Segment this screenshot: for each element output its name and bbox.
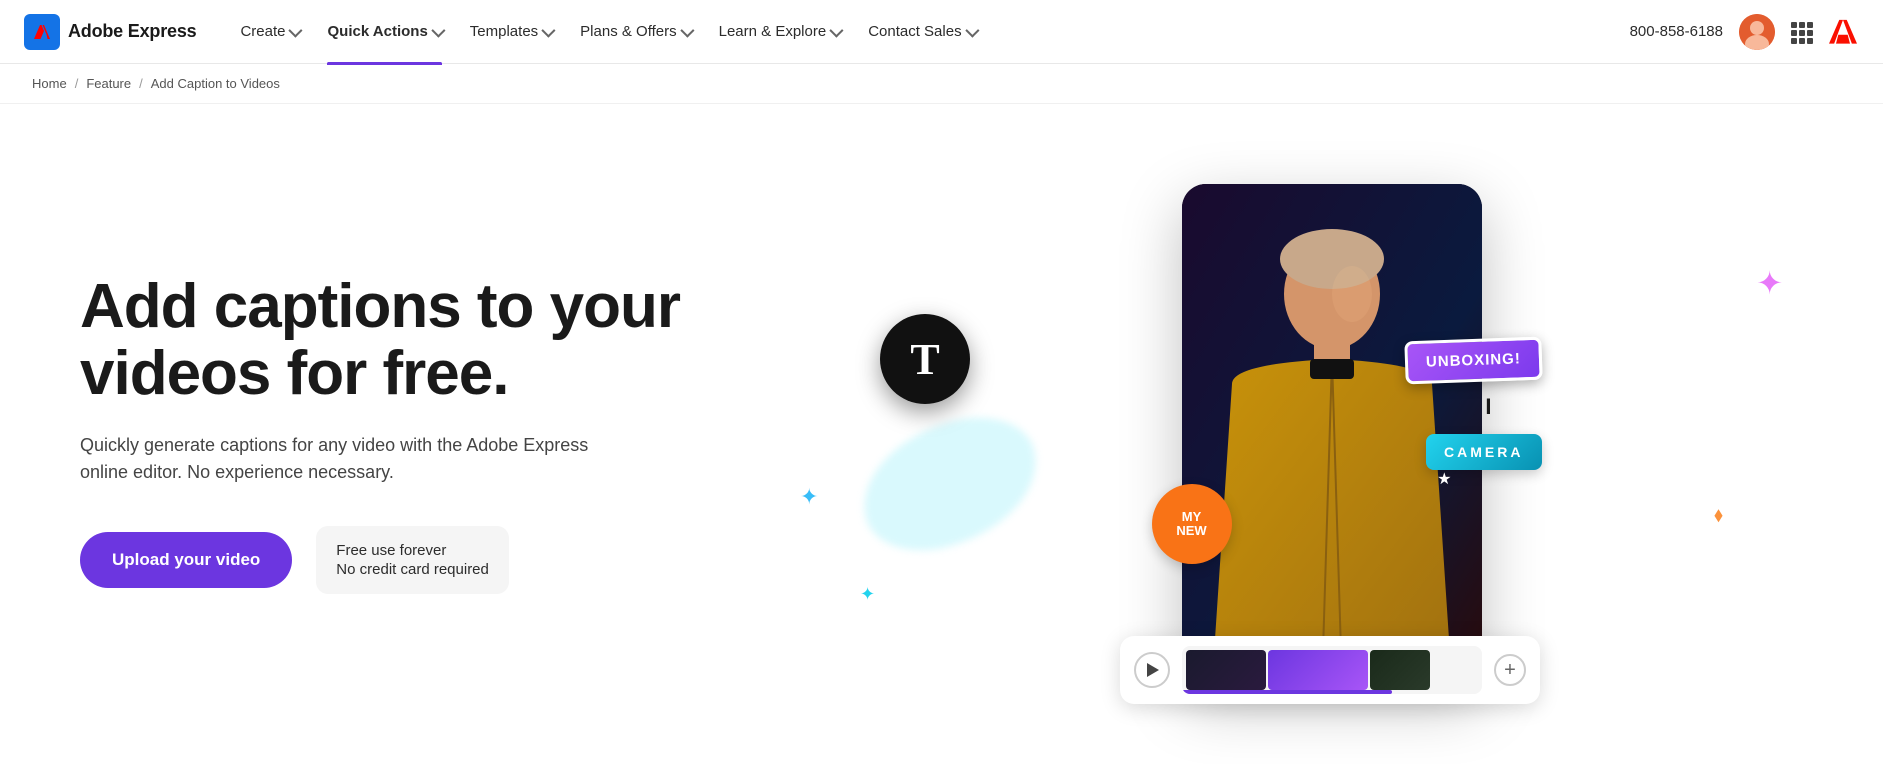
free-badge-line2: No credit card required	[336, 561, 489, 578]
timeline-track	[1182, 646, 1482, 694]
mynew-sticker: MY NEW	[1152, 484, 1232, 564]
unboxing-sticker: UNBOXING!	[1404, 337, 1542, 385]
timeline-clip-2	[1268, 650, 1368, 690]
chevron-down-icon	[680, 23, 694, 37]
breadcrumb-separator: /	[75, 76, 79, 91]
nav-item-quick-actions-wrap: Quick Actions	[315, 15, 453, 48]
play-button[interactable]	[1134, 652, 1170, 688]
hero-visual: ✦ ✦ ⬧ ✦ ✦ T	[760, 144, 1803, 724]
upload-video-button[interactable]: Upload your video	[80, 532, 292, 588]
breadcrumb-separator: /	[139, 76, 143, 91]
timeline-progress-bar	[1182, 690, 1392, 694]
adobe-icon[interactable]	[1827, 16, 1859, 48]
active-nav-indicator	[327, 62, 441, 65]
main-nav: Adobe Express Create Quick Actions Templ…	[0, 0, 1883, 64]
breadcrumb: Home / Feature / Add Caption to Videos	[0, 64, 1883, 104]
hero-actions: Upload your video Free use forever No cr…	[80, 526, 700, 594]
sparkle-blue-icon: ✦	[800, 484, 818, 510]
free-badge: Free use forever No credit card required	[316, 526, 509, 594]
breadcrumb-home[interactable]: Home	[32, 76, 67, 91]
hero-section: Add captions to your videos for free. Qu…	[0, 104, 1883, 764]
phone-mockup-container: UNBOXING! I CAMERA MY NEW ★	[1182, 184, 1482, 684]
logo-text: Adobe Express	[68, 21, 196, 42]
t-letter: T	[910, 334, 939, 385]
chevron-down-icon	[965, 23, 979, 37]
play-triangle-icon	[1147, 663, 1159, 677]
timeline-clip-1	[1186, 650, 1266, 690]
sparkle-cyan-icon: ✦	[860, 584, 875, 605]
nav-item-contact-sales[interactable]: Contact Sales	[856, 15, 987, 48]
hero-title: Add captions to your videos for free.	[80, 274, 700, 408]
nav-item-quick-actions[interactable]: Quick Actions	[315, 15, 453, 48]
sparkle-pink-icon: ✦	[1756, 264, 1783, 302]
chevron-down-icon	[830, 23, 844, 37]
nav-item-learn-explore[interactable]: Learn & Explore	[707, 15, 853, 48]
text-cursor-icon: I	[1485, 394, 1491, 420]
nav-right: 800-858-6188	[1630, 14, 1859, 50]
sparkle-orange-icon: ⬧	[1714, 504, 1723, 527]
nav-item-templates[interactable]: Templates	[458, 15, 564, 48]
camera-sticker: CAMERA	[1426, 434, 1541, 470]
hero-subtitle: Quickly generate captions for any video …	[80, 432, 600, 486]
logo[interactable]: Adobe Express	[24, 14, 196, 50]
add-clip-button[interactable]: +	[1494, 654, 1526, 686]
chevron-down-icon	[542, 23, 556, 37]
star-icon: ★	[1437, 469, 1451, 489]
phone-number: 800-858-6188	[1630, 23, 1723, 40]
text-tool-bubble: T	[880, 314, 970, 404]
avatar[interactable]	[1739, 14, 1775, 50]
free-badge-line1: Free use forever	[336, 542, 489, 559]
breadcrumb-feature[interactable]: Feature	[86, 76, 131, 91]
chevron-down-icon	[431, 23, 445, 37]
apps-grid-icon[interactable]	[1791, 22, 1811, 42]
logo-icon	[24, 14, 60, 50]
chevron-down-icon	[289, 23, 303, 37]
video-timeline: +	[1120, 636, 1540, 704]
breadcrumb-current: Add Caption to Videos	[151, 76, 280, 91]
brush-stroke-decoration	[848, 403, 1053, 565]
timeline-clip-3	[1370, 650, 1430, 690]
hero-content: Add captions to your videos for free. Qu…	[80, 274, 760, 594]
nav-item-create[interactable]: Create	[228, 15, 311, 48]
nav-items: Create Quick Actions Templates Plans & O…	[228, 15, 1629, 48]
nav-item-plans-offers[interactable]: Plans & Offers	[568, 15, 702, 48]
